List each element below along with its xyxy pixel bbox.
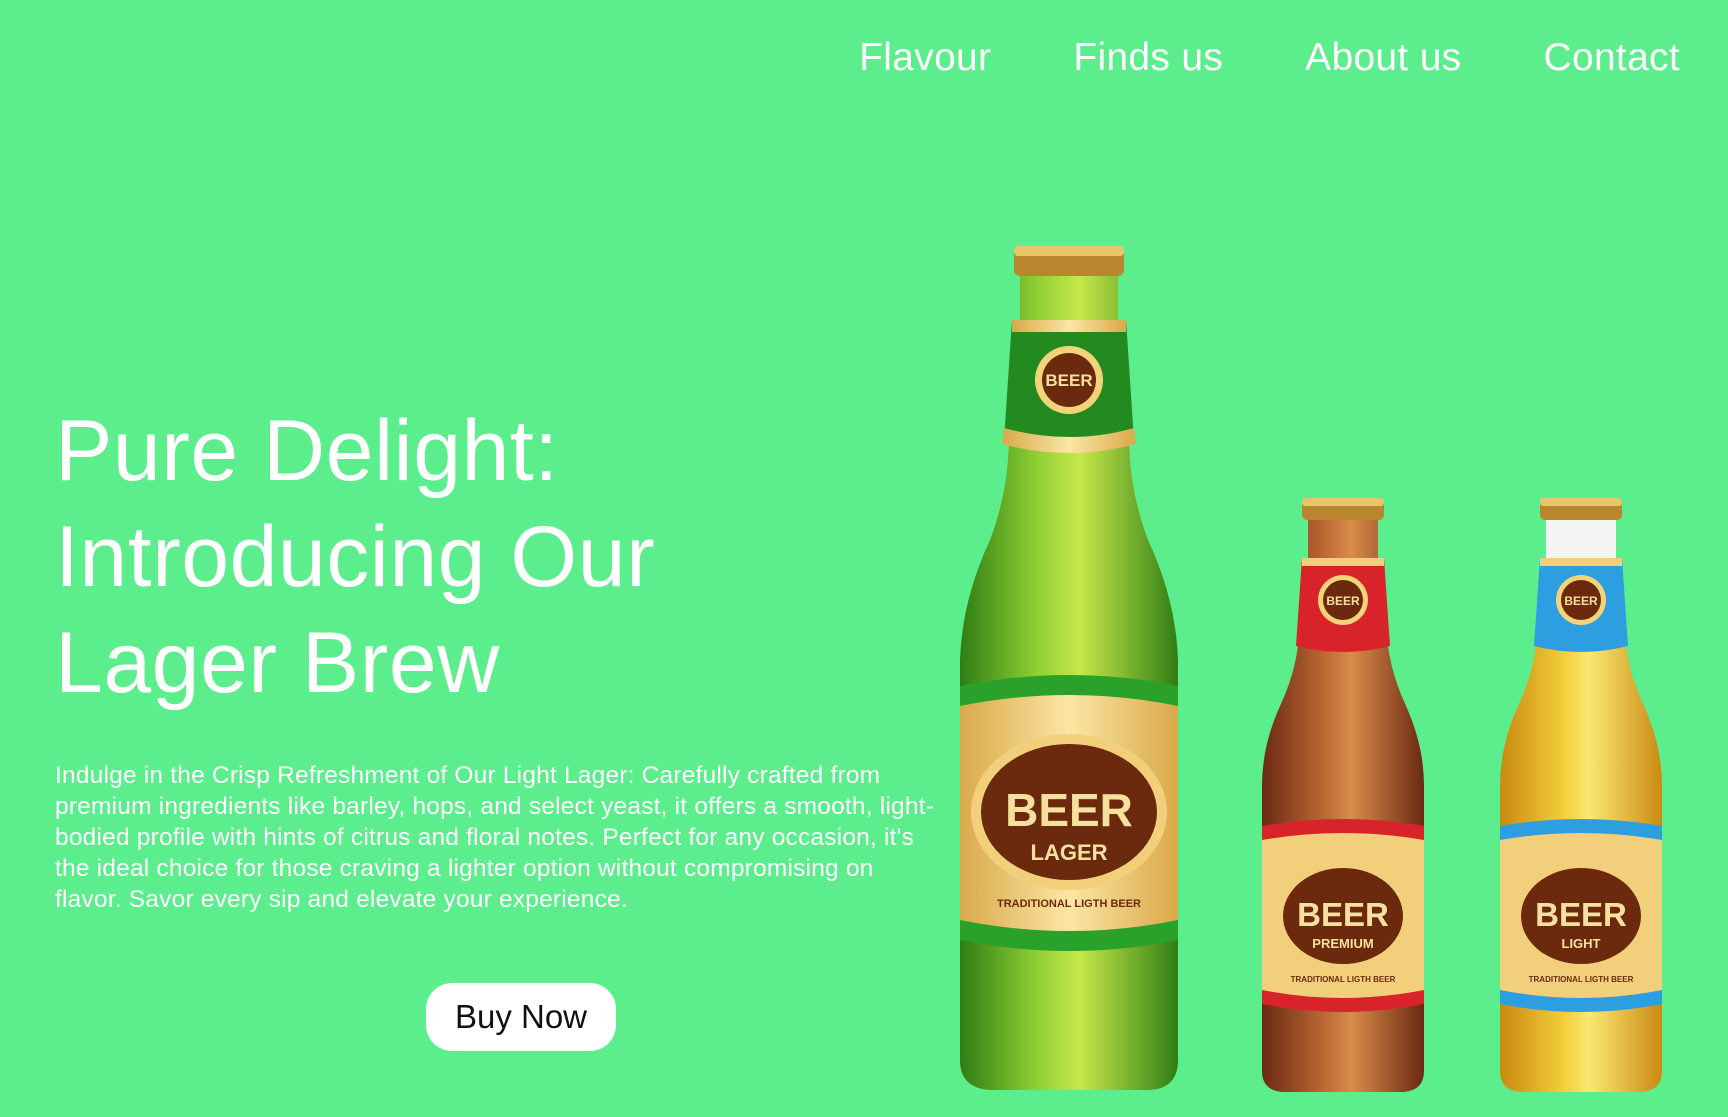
buy-now-button[interactable]: Buy Now bbox=[426, 983, 616, 1051]
light-label-variant: LIGHT bbox=[1562, 936, 1601, 951]
landing-page: Flavour Finds us About us Contact Pure D… bbox=[0, 0, 1728, 1117]
hero-description: Indulge in the Crisp Refreshment of Our … bbox=[55, 762, 935, 913]
premium-neck-brand: BEER bbox=[1326, 594, 1360, 608]
top-nav: Flavour Finds us About us Contact bbox=[859, 36, 1680, 80]
hero-title: Pure Delight: Introducing Our Lager Brew bbox=[55, 398, 875, 716]
light-label-tagline: TRADITIONAL LIGTH BEER bbox=[1529, 975, 1634, 984]
nav-flavour[interactable]: Flavour bbox=[859, 36, 991, 80]
nav-about-us[interactable]: About us bbox=[1305, 36, 1461, 80]
nav-finds-us[interactable]: Finds us bbox=[1073, 36, 1223, 80]
hero-title-line-2: Introducing Our bbox=[55, 509, 656, 605]
hero-title-line-3: Lager Brew bbox=[55, 615, 500, 711]
light-label-brand: BEER bbox=[1535, 896, 1627, 933]
premium-bottle-image: BEER BEER PREMIUM TRADITIONAL LIGTH BEER bbox=[1262, 498, 1424, 1092]
lager-bottle-image: BEER BEER LAGER TRADITIONAL LIGTH BEER bbox=[960, 246, 1178, 1090]
lager-label-brand: BEER bbox=[1005, 784, 1133, 836]
light-bottle-image: BEER BEER LIGHT TRADITIONAL LIGTH BEER bbox=[1500, 498, 1662, 1092]
lager-neck-brand: BEER bbox=[1045, 371, 1092, 390]
light-neck-brand: BEER bbox=[1564, 594, 1598, 608]
hero-title-line-1: Pure Delight: bbox=[55, 403, 559, 499]
nav-contact[interactable]: Contact bbox=[1543, 36, 1680, 80]
premium-label-variant: PREMIUM bbox=[1312, 936, 1373, 951]
product-bottles: BEER BEER LAGER TRADITIONAL LIGTH BEER B… bbox=[930, 230, 1670, 1110]
lager-label-tagline: TRADITIONAL LIGTH BEER bbox=[997, 898, 1141, 910]
premium-label-tagline: TRADITIONAL LIGTH BEER bbox=[1291, 975, 1396, 984]
premium-label-brand: BEER bbox=[1297, 896, 1389, 933]
lager-label-variant: LAGER bbox=[1031, 840, 1108, 865]
